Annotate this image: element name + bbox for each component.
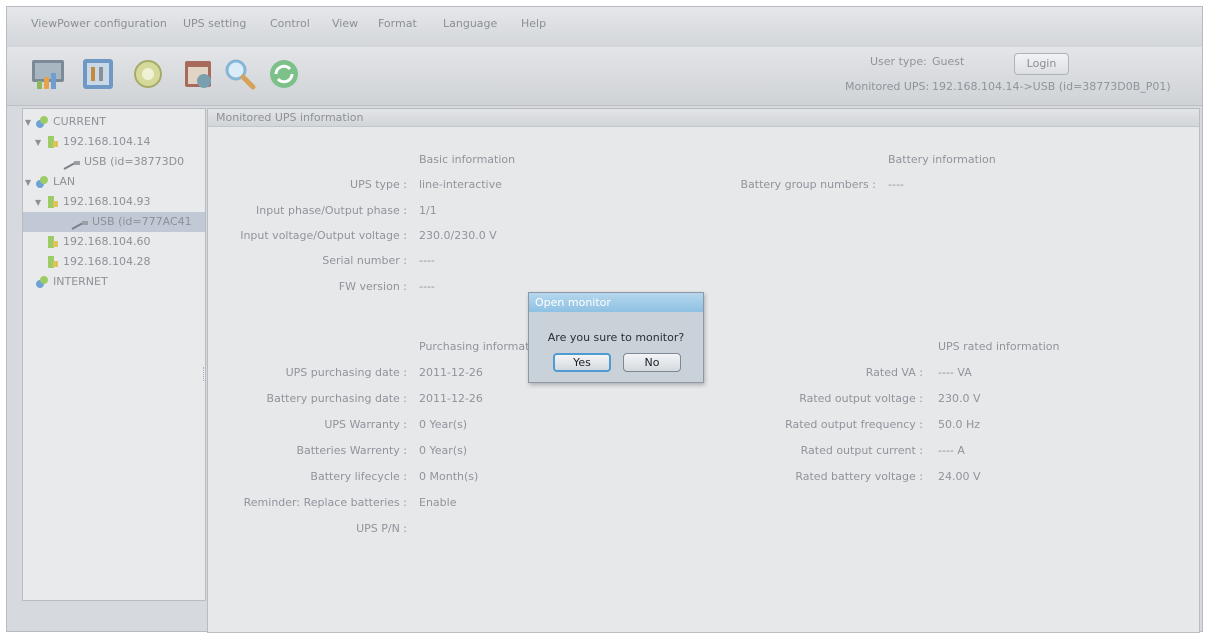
voltage-label: Input voltage/Output voltage : (240, 229, 407, 242)
network-group-icon (35, 115, 49, 129)
tree-node-host[interactable]: 192.168.104.60 (45, 232, 227, 252)
serial-number-value: ---- (419, 254, 435, 267)
control-icon[interactable] (129, 55, 167, 93)
tree-node-label: INTERNET (53, 275, 108, 288)
rated-output-frequency-label: Rated output frequency : (785, 418, 923, 431)
usb-cable-icon (71, 217, 89, 230)
user-type-value: Guest (932, 55, 965, 68)
app-window: ViewPower configuration UPS setting Cont… (6, 6, 1203, 633)
rated-battery-voltage-label: Rated battery voltage : (795, 470, 923, 483)
monitored-ups-value: 192.168.104.14->USB (id=38773D0B_P01) (932, 80, 1171, 93)
host-icon (45, 255, 59, 269)
login-button[interactable]: Login (1014, 53, 1069, 75)
refresh-icon[interactable] (265, 55, 303, 93)
battery-lifecycle-label: Battery lifecycle : (310, 470, 407, 483)
menu-bar: ViewPower configuration UPS setting Cont… (7, 7, 1202, 48)
host-icon (45, 235, 59, 249)
menu-view[interactable]: View (332, 17, 358, 30)
basic-info-heading: Basic information (419, 153, 516, 166)
panel-title: Monitored UPS information (208, 109, 1199, 127)
reminder-value: Enable (419, 496, 457, 509)
battery-info-heading: Battery information (888, 153, 996, 166)
ups-settings-icon[interactable] (79, 55, 117, 93)
tree-node-label: 192.168.104.93 (63, 195, 151, 208)
menu-help[interactable]: Help (521, 17, 546, 30)
search-icon[interactable] (221, 55, 259, 93)
serial-number-label: Serial number : (322, 254, 407, 267)
phase-value: 1/1 (419, 204, 437, 217)
monitor-icon[interactable] (29, 55, 67, 93)
tree-node-host[interactable]: 192.168.104.28 (45, 252, 227, 272)
phase-label: Input phase/Output phase : (256, 204, 407, 217)
expand-arrow-icon[interactable]: ▼ (25, 113, 35, 133)
tree-node-label: 192.168.104.14 (63, 135, 151, 148)
tree-node-usb-selected[interactable]: USB (id=777AC41 (23, 212, 205, 232)
tree-node-label: 192.168.104.28 (63, 255, 151, 268)
rated-va-value: ---- VA (938, 366, 972, 379)
expand-arrow-icon[interactable]: ▼ (25, 173, 35, 193)
tree-node-internet[interactable]: INTERNET (35, 272, 217, 292)
batteries-warranty-label: Batteries Warrenty : (296, 444, 407, 457)
device-tree: ▼ CURRENT ▼ 192.168.104.14 USB (id=38773D0… (22, 108, 206, 601)
menu-ups-setting[interactable]: UPS setting (183, 17, 246, 30)
monitored-ups-label: Monitored UPS: (845, 80, 930, 93)
rated-output-voltage-label: Rated output voltage : (799, 392, 923, 405)
ups-warranty-value: 0 Year(s) (419, 418, 468, 431)
tree-node-label: USB (id=38773D0 (84, 155, 185, 168)
expand-arrow-icon[interactable]: ▼ (35, 133, 45, 153)
battery-purchasing-date-label: Battery purchasing date : (266, 392, 407, 405)
voltage-value: 230.0/230.0 V (419, 229, 497, 242)
dialog-title: Open monitor (529, 293, 703, 312)
batteries-warranty-value: 0 Year(s) (419, 444, 468, 457)
tree-node-label: LAN (53, 175, 76, 188)
host-icon (45, 135, 59, 149)
battery-lifecycle-value: 0 Month(s) (419, 470, 479, 483)
menu-viewpower-configuration[interactable]: ViewPower configuration (31, 17, 167, 30)
reminder-label: Reminder: Replace batteries : (243, 496, 407, 509)
tree-node-label: CURRENT (53, 115, 106, 128)
usb-cable-icon (63, 157, 81, 170)
schedule-icon[interactable] (179, 55, 217, 93)
battery-group-label: Battery group numbers : (740, 178, 876, 191)
rated-output-voltage-value: 230.0 V (938, 392, 981, 405)
user-type-label: User type: (870, 55, 927, 68)
network-group-icon (35, 175, 49, 189)
tree-node-lan[interactable]: ▼ LAN (25, 172, 207, 192)
ups-purchasing-date-value: 2011-12-26 (419, 366, 483, 379)
ups-type-label: UPS type : (350, 178, 407, 191)
expand-arrow-icon[interactable]: ▼ (35, 193, 45, 213)
tree-node-label: 192.168.104.60 (63, 235, 151, 248)
rated-output-current-value: ---- A (938, 444, 965, 457)
tree-node-current[interactable]: ▼ CURRENT (25, 112, 207, 132)
toolbar: User type: Guest Login Monitored UPS: 19… (7, 47, 1202, 106)
ups-pn-label: UPS P/N : (356, 522, 407, 535)
rated-va-label: Rated VA : (865, 366, 923, 379)
rated-output-current-label: Rated output current : (800, 444, 923, 457)
fw-version-label: FW version : (338, 280, 407, 293)
fw-version-value: ---- (419, 280, 435, 293)
tree-node-host[interactable]: ▼ 192.168.104.14 (35, 132, 217, 152)
dialog-message: Are you sure to monitor? (547, 331, 685, 344)
battery-group-value: ---- (888, 178, 904, 191)
network-group-icon (35, 275, 49, 289)
ups-type-value: line-interactive (419, 178, 502, 191)
menu-format[interactable]: Format (378, 17, 417, 30)
ups-purchasing-date-label: UPS purchasing date : (285, 366, 407, 379)
menu-language[interactable]: Language (443, 17, 497, 30)
host-icon (45, 195, 59, 209)
tree-node-label: USB (id=777AC41 (92, 215, 192, 228)
rated-info-heading: UPS rated information (938, 340, 1060, 353)
ups-warranty-label: UPS Warranty : (324, 418, 407, 431)
rated-battery-voltage-value: 24.00 V (938, 470, 981, 483)
battery-purchasing-date-value: 2011-12-26 (419, 392, 483, 405)
menu-control[interactable]: Control (270, 17, 310, 30)
no-button[interactable]: No (623, 353, 681, 372)
yes-button[interactable]: Yes (553, 353, 611, 372)
tree-node-host[interactable]: ▼ 192.168.104.93 (35, 192, 217, 212)
purchasing-info-heading: Purchasing informatio (419, 340, 540, 353)
rated-output-frequency-value: 50.0 Hz (938, 418, 981, 431)
open-monitor-dialog: Open monitor Are you sure to monitor? Ye… (528, 292, 704, 383)
